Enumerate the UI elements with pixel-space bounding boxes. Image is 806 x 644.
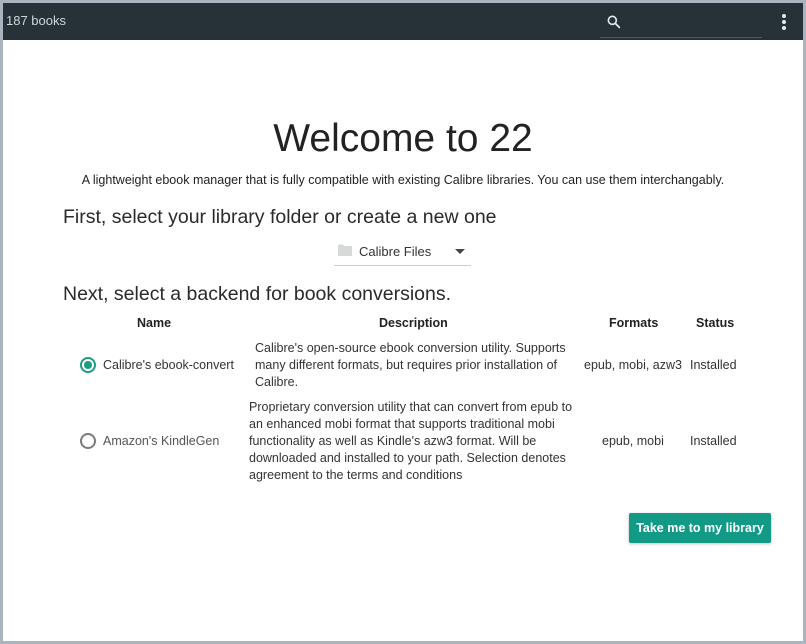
- page-title: Welcome to 22: [273, 117, 533, 160]
- column-header-name: Name: [137, 316, 172, 330]
- search-input[interactable]: [628, 12, 758, 34]
- folder-icon: [338, 244, 352, 256]
- backend-name-calibre[interactable]: Calibre's ebook-convert: [103, 357, 234, 374]
- column-header-description: Description: [379, 316, 448, 330]
- dropdown-arrow-icon[interactable]: [455, 249, 465, 254]
- backend-radio-calibre[interactable]: [80, 357, 96, 373]
- backend-formats-calibre: epub, mobi, azw3: [584, 358, 682, 372]
- library-folder-select[interactable]: Calibre Files: [334, 239, 471, 266]
- backend-heading: Next, select a backend for book conversi…: [63, 283, 452, 305]
- backend-name-kindlegen[interactable]: Amazon's KindleGen: [103, 433, 219, 450]
- search-box[interactable]: [600, 8, 762, 38]
- book-count: 187 books: [6, 13, 66, 28]
- column-header-formats: Formats: [609, 316, 659, 330]
- backend-description-kindlegen: Proprietary conversion utility that can …: [249, 400, 573, 482]
- backend-formats-kindlegen: epub, mobi: [602, 434, 664, 448]
- column-header-status: Status: [696, 316, 735, 330]
- backend-status-kindlegen: Installed: [690, 434, 737, 448]
- backend-status-calibre: Installed: [690, 358, 737, 372]
- take-me-to-library-button[interactable]: Take me to my library: [629, 513, 771, 543]
- page-subtitle: A lightweight ebook manager that is full…: [81, 173, 725, 187]
- search-icon[interactable]: [606, 14, 622, 30]
- top-bar: 187 books: [3, 3, 803, 40]
- backend-radio-kindlegen[interactable]: [80, 433, 96, 449]
- backend-description-calibre: Calibre's open-source ebook conversion u…: [255, 341, 566, 389]
- library-folder-value: Calibre Files: [359, 244, 432, 259]
- library-heading: First, select your library folder or cre…: [63, 206, 497, 228]
- app-window: 187 books Welcome to 22 A lightweight eb…: [0, 0, 806, 644]
- more-vert-icon[interactable]: [775, 11, 793, 33]
